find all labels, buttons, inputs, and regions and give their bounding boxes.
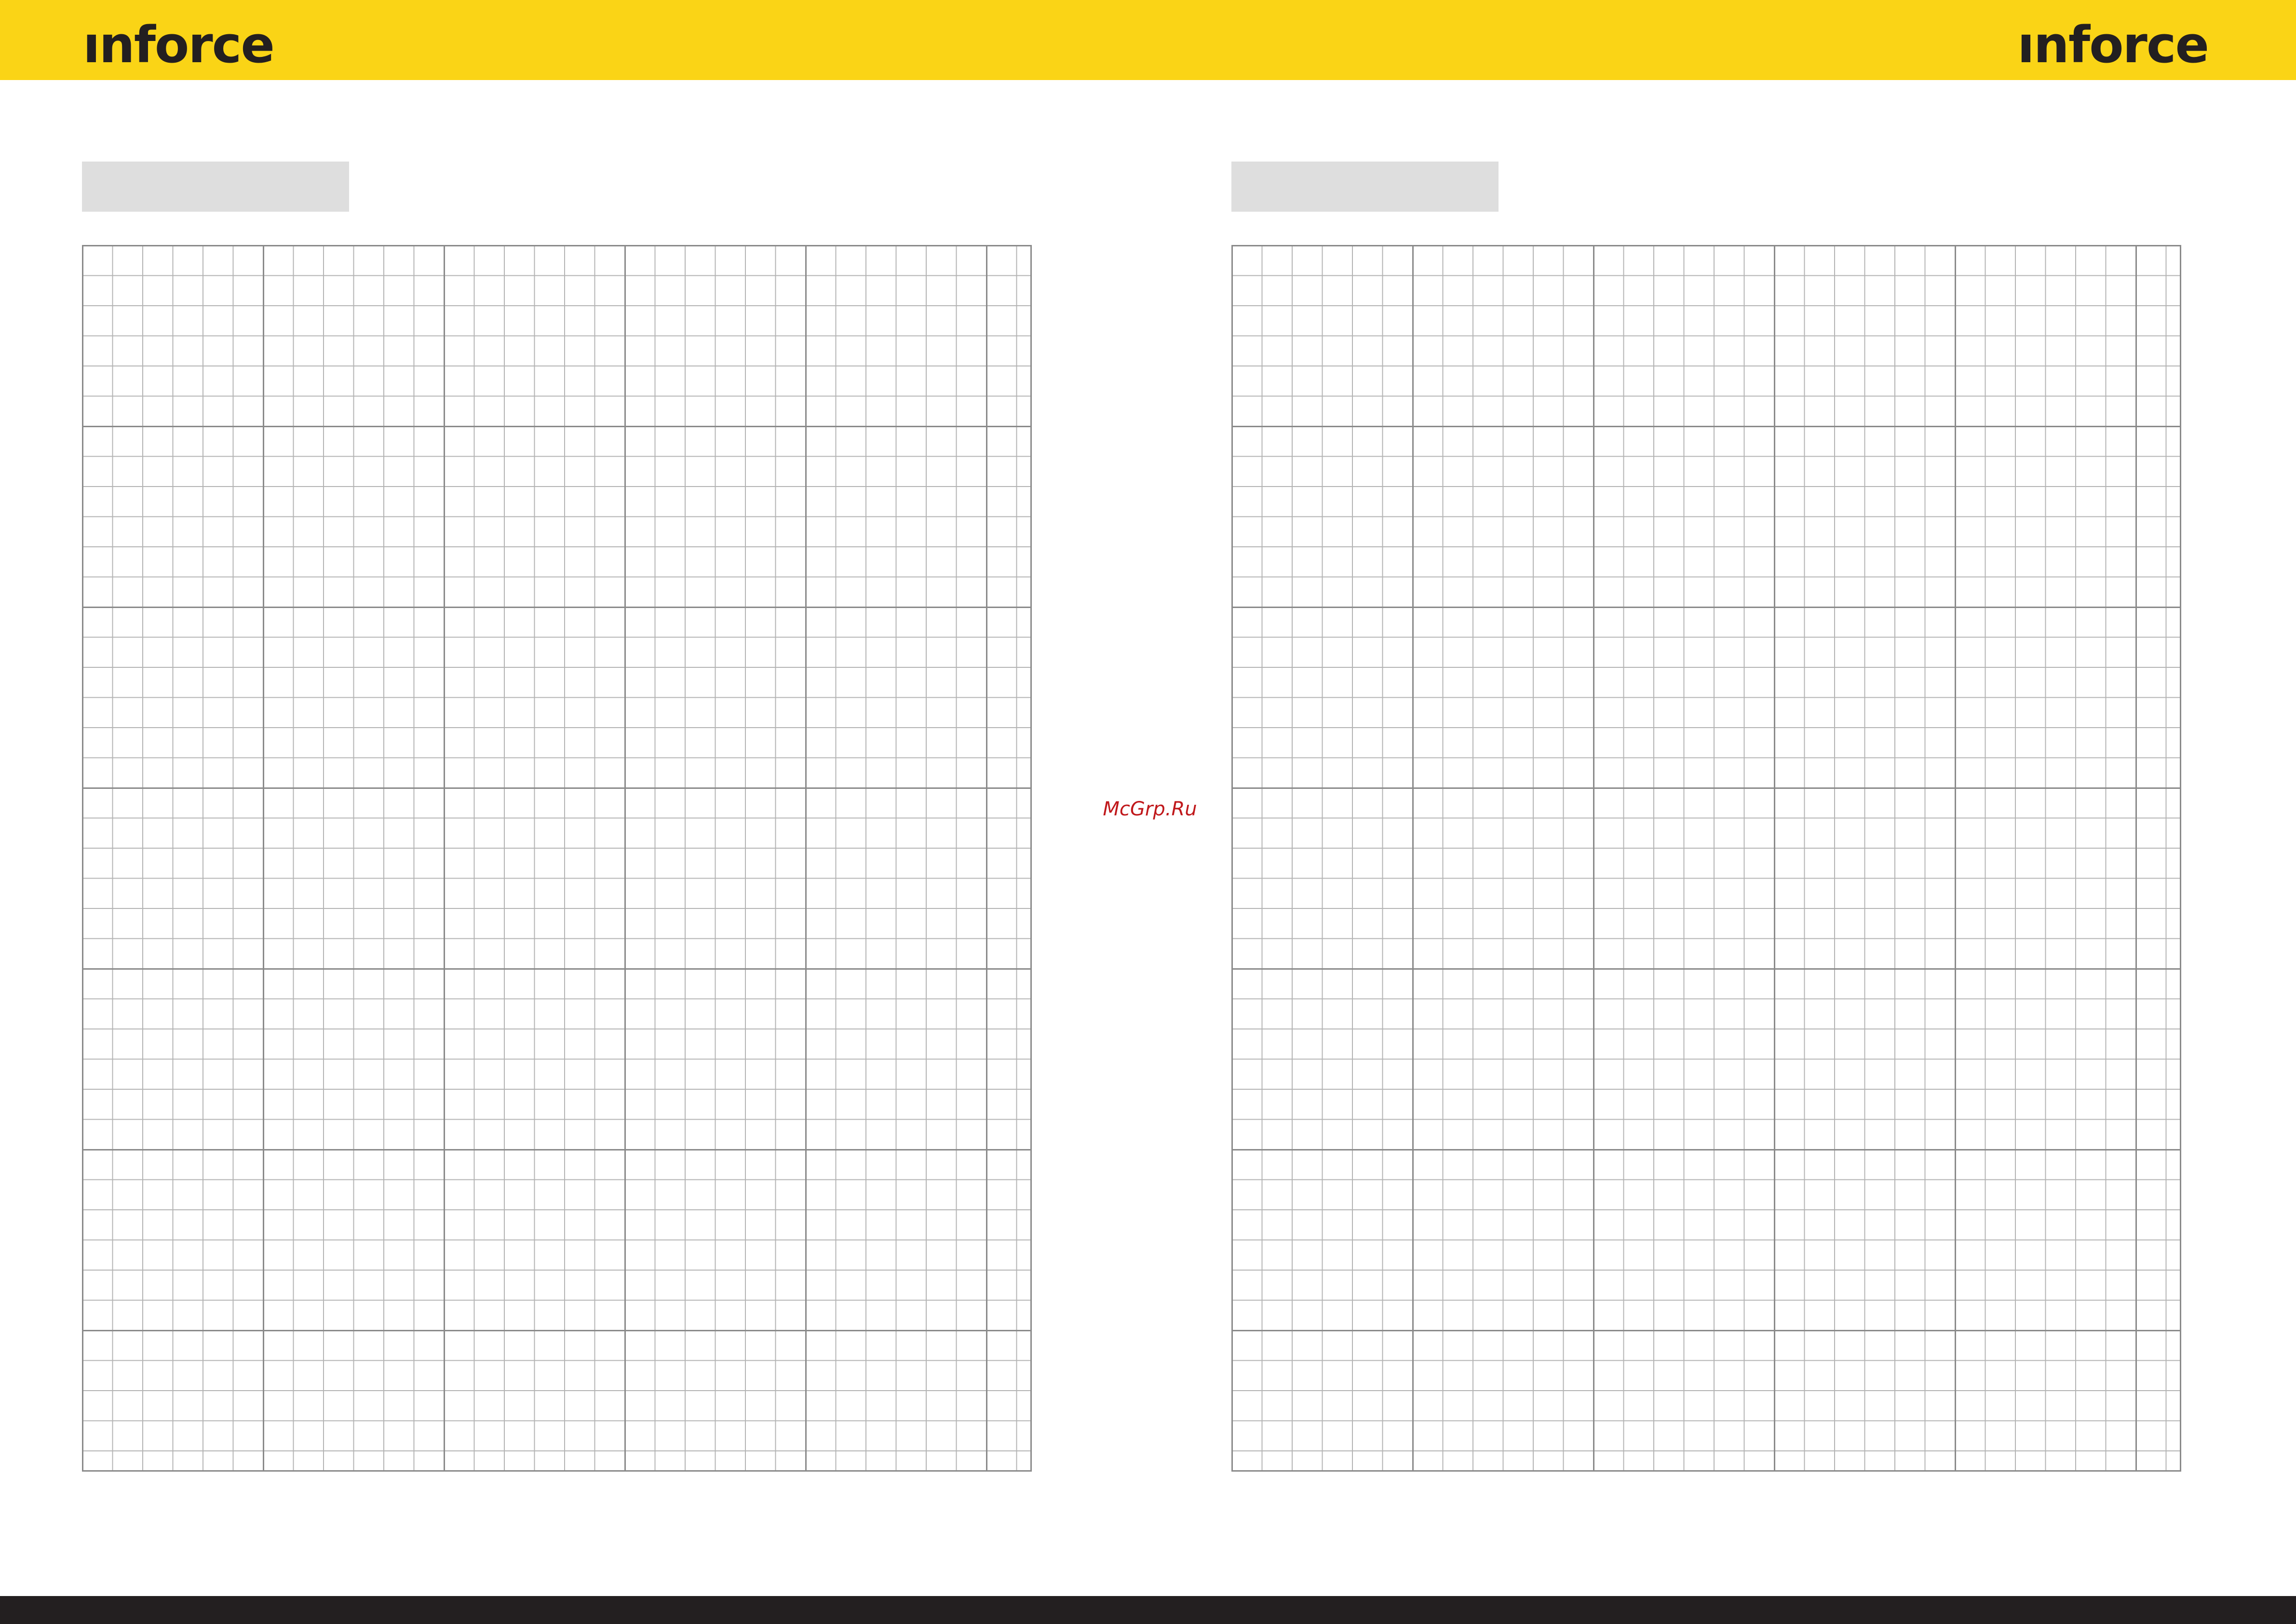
brand-logo-left: ınforce (83, 15, 275, 74)
header-band (0, 0, 2296, 80)
right-notes-grid (1231, 245, 2181, 1472)
footer-band (0, 1596, 2296, 1624)
right-page-title-box (1231, 162, 1499, 212)
left-page-title-box (82, 162, 349, 212)
brand-logo-right: ınforce (2017, 15, 2209, 74)
watermark-text: McGrp.Ru (1103, 798, 1197, 820)
left-notes-grid (82, 245, 1032, 1472)
